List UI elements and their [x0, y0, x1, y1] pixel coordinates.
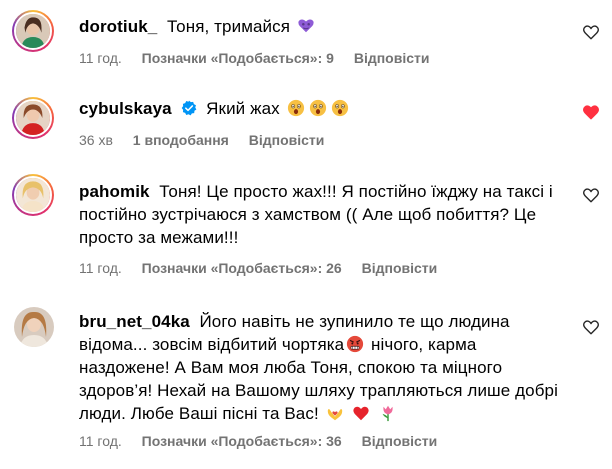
- comment-meta: 11 год. Позначки «Подобається»: 26 Відпо…: [79, 260, 453, 276]
- angry-face-emoji: [347, 335, 364, 353]
- comment-time[interactable]: 11 год.: [79, 260, 122, 276]
- heart-outline-icon[interactable]: [582, 186, 600, 204]
- shocked-face-emoji: [287, 99, 304, 117]
- heart-outline-icon[interactable]: [582, 318, 600, 336]
- likes-count[interactable]: Позначки «Подобається»: 36: [142, 433, 342, 449]
- comment-item: dorotiuk_ Тоня, тримайся 11 год. Позначк…: [0, 0, 612, 90]
- avatar[interactable]: [14, 307, 54, 347]
- avatar[interactable]: [12, 97, 54, 139]
- comment-time[interactable]: 36 хв: [79, 132, 113, 148]
- purple-heart-emoji: [298, 19, 314, 33]
- comment-username[interactable]: cybulskaya: [79, 99, 172, 118]
- hands-heart-emoji: [327, 409, 342, 421]
- comment-time[interactable]: 11 год.: [79, 50, 122, 66]
- comment-username[interactable]: pahomik: [79, 182, 150, 201]
- comment-body: cybulskaya Який жах: [79, 97, 564, 120]
- shocked-face-emoji: [309, 99, 326, 117]
- shocked-face-emoji: [331, 99, 348, 117]
- comment-item: cybulskaya Який жах 36 хв 1 вподобання В…: [0, 90, 612, 160]
- comment-body: pahomik Тоня! Це просто жах!!! Я постійн…: [79, 180, 564, 249]
- reply-button[interactable]: Відповісти: [362, 260, 438, 276]
- reply-button[interactable]: Відповісти: [362, 433, 438, 449]
- comment-time[interactable]: 11 год.: [79, 433, 122, 449]
- avatar[interactable]: [12, 174, 54, 216]
- comment-item: bru_net_04ka Його навіть не зупинило те …: [0, 290, 612, 469]
- red-heart-emoji: [353, 406, 370, 421]
- heart-outline-icon[interactable]: [582, 23, 600, 41]
- reply-button[interactable]: Відповісти: [354, 50, 430, 66]
- likes-count[interactable]: Позначки «Подобається»: 26: [142, 260, 342, 276]
- comment-text: Тоня! Це просто жах!!! Я постійно їжджу …: [79, 182, 553, 247]
- comment-meta: 11 год. Позначки «Подобається»: 9 Відпов…: [79, 50, 445, 66]
- comment-meta: 36 хв 1 вподобання Відповісти: [79, 132, 340, 148]
- avatar[interactable]: [12, 10, 54, 52]
- comment-body: dorotiuk_ Тоня, тримайся: [79, 15, 564, 38]
- comment-username[interactable]: bru_net_04ka: [79, 312, 190, 331]
- tulip-emoji: [382, 405, 393, 422]
- likes-count[interactable]: Позначки «Подобається»: 9: [142, 50, 334, 66]
- comment-meta: 11 год. Позначки «Подобається»: 36 Відпо…: [79, 433, 453, 449]
- verified-badge-icon: [181, 100, 196, 116]
- likes-count[interactable]: 1 вподобання: [133, 132, 229, 148]
- comment-text: Який жах: [206, 99, 280, 118]
- comment-body: bru_net_04ka Його навіть не зупинило те …: [79, 310, 564, 425]
- reply-button[interactable]: Відповісти: [249, 132, 325, 148]
- comment-item: pahomik Тоня! Це просто жах!!! Я постійн…: [0, 160, 612, 290]
- comment-username[interactable]: dorotiuk_: [79, 17, 157, 36]
- heart-outline-icon[interactable]: [582, 103, 600, 121]
- comment-text: Тоня, тримайся: [167, 17, 291, 36]
